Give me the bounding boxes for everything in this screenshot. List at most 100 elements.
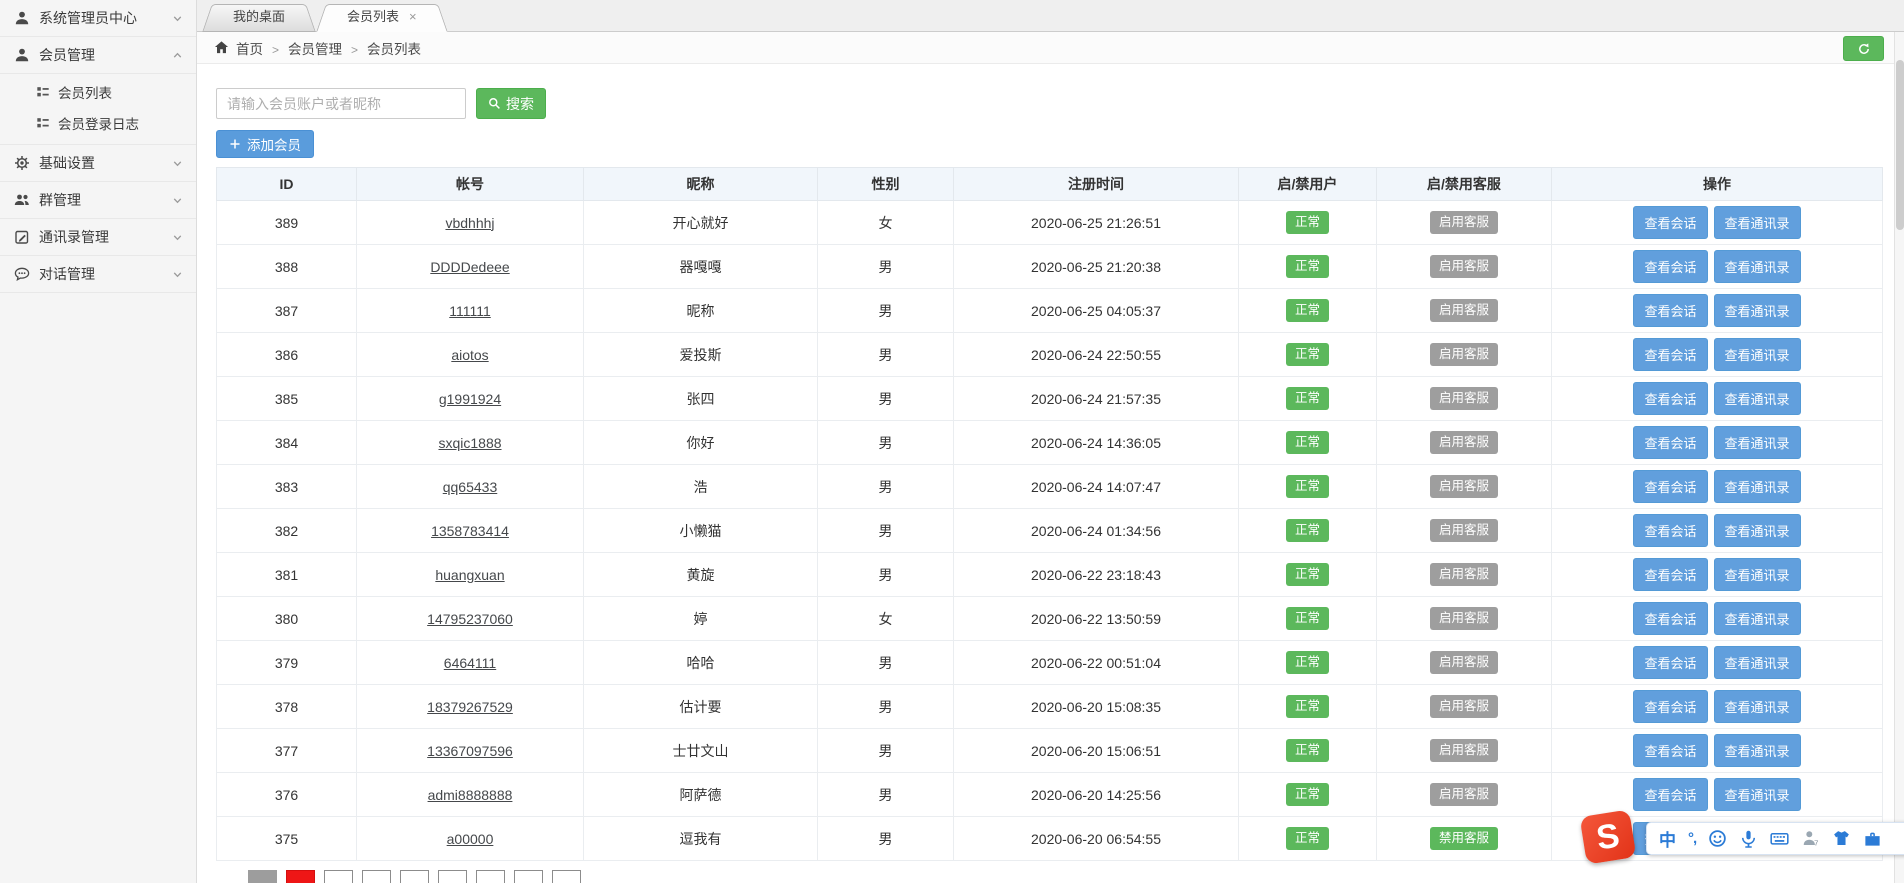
user-status-badge[interactable]: 正常 [1285, 343, 1329, 366]
service-status-badge[interactable]: 启用客服 [1429, 695, 1498, 718]
sidebar-item-3[interactable]: 群管理 [0, 182, 196, 219]
account-link[interactable]: 111111 [449, 303, 491, 319]
tab-1[interactable]: 会员列表 × [325, 4, 439, 31]
scrollbar-track[interactable] [1894, 32, 1904, 883]
pagination-page[interactable] [286, 870, 315, 883]
sogou-ime-logo[interactable]: S [1579, 809, 1637, 865]
user-status-badge[interactable]: 正常 [1285, 431, 1329, 454]
account-link[interactable]: g1991924 [439, 391, 501, 407]
sidebar-item-1[interactable]: 会员管理 [0, 37, 196, 74]
view-session-button[interactable]: 查看会话 [1633, 382, 1708, 415]
person-skin-icon[interactable]: 7 [1801, 829, 1820, 848]
add-member-button[interactable]: 添加会员 [216, 130, 314, 158]
user-status-badge[interactable]: 正常 [1285, 695, 1329, 718]
view-contacts-button[interactable]: 查看通讯录 [1713, 558, 1801, 591]
search-button[interactable]: 搜索 [476, 88, 546, 119]
tab-close-icon[interactable]: × [409, 9, 417, 24]
breadcrumb-item[interactable]: 会员管理 [288, 42, 342, 57]
user-status-badge[interactable]: 正常 [1285, 739, 1329, 762]
account-link[interactable]: 14795237060 [427, 611, 513, 627]
view-session-button[interactable]: 查看会话 [1633, 426, 1708, 459]
view-session-button[interactable]: 查看会话 [1633, 690, 1708, 723]
view-contacts-button[interactable]: 查看通讯录 [1713, 778, 1801, 811]
view-contacts-button[interactable]: 查看通讯录 [1713, 382, 1801, 415]
view-session-button[interactable]: 查看会话 [1633, 558, 1708, 591]
scrollbar-thumb[interactable] [1896, 60, 1904, 230]
view-session-button[interactable]: 查看会话 [1633, 778, 1708, 811]
sidebar-item-0[interactable]: 系统管理员中心 [0, 0, 196, 37]
view-contacts-button[interactable]: 查看通讯录 [1713, 602, 1801, 635]
account-link[interactable]: 6464111 [444, 655, 496, 671]
pagination-page[interactable] [552, 870, 581, 883]
pagination-page[interactable] [438, 870, 467, 883]
emoji-face-icon[interactable] [1708, 829, 1727, 848]
service-status-badge[interactable]: 启用客服 [1429, 431, 1498, 454]
view-contacts-button[interactable]: 查看通讯录 [1713, 514, 1801, 547]
view-contacts-button[interactable]: 查看通讯录 [1713, 470, 1801, 503]
view-contacts-button[interactable]: 查看通讯录 [1713, 206, 1801, 239]
search-input[interactable] [216, 88, 466, 119]
sidebar-item-5[interactable]: 对话管理 [0, 256, 196, 293]
service-status-badge[interactable]: 启用客服 [1429, 519, 1498, 542]
sidebar-subitem[interactable]: 会员登录日志 [0, 107, 196, 138]
view-session-button[interactable]: 查看会话 [1633, 646, 1708, 679]
service-status-badge[interactable]: 启用客服 [1429, 563, 1498, 586]
service-status-badge[interactable]: 启用客服 [1429, 783, 1498, 806]
user-status-badge[interactable]: 正常 [1285, 211, 1329, 234]
account-link[interactable]: huangxuan [435, 567, 504, 583]
account-link[interactable]: DDDDedeee [430, 259, 509, 275]
sidebar-item-2[interactable]: 基础设置 [0, 145, 196, 182]
account-link[interactable]: a00000 [447, 831, 494, 847]
view-session-button[interactable]: 查看会话 [1633, 338, 1708, 371]
toolbox-icon[interactable] [1863, 829, 1882, 848]
service-status-badge[interactable]: 启用客服 [1429, 255, 1498, 278]
view-session-button[interactable]: 查看会话 [1633, 250, 1708, 283]
view-contacts-button[interactable]: 查看通讯录 [1713, 250, 1801, 283]
user-status-badge[interactable]: 正常 [1285, 519, 1329, 542]
account-link[interactable]: admi8888888 [428, 787, 513, 803]
view-contacts-button[interactable]: 查看通讯录 [1713, 734, 1801, 767]
view-contacts-button[interactable]: 查看通讯录 [1713, 294, 1801, 327]
sidebar-subitem[interactable]: 会员列表 [0, 76, 196, 107]
account-link[interactable]: vbdhhhj [445, 215, 494, 231]
view-session-button[interactable]: 查看会话 [1633, 470, 1708, 503]
user-status-badge[interactable]: 正常 [1285, 783, 1329, 806]
user-status-badge[interactable]: 正常 [1285, 651, 1329, 674]
account-link[interactable]: qq65433 [443, 479, 498, 495]
user-status-badge[interactable]: 正常 [1285, 475, 1329, 498]
pagination-page[interactable] [362, 870, 391, 883]
sidebar-item-4[interactable]: 通讯录管理 [0, 219, 196, 256]
service-status-badge[interactable]: 启用客服 [1429, 475, 1498, 498]
view-contacts-button[interactable]: 查看通讯录 [1713, 690, 1801, 723]
view-session-button[interactable]: 查看会话 [1633, 294, 1708, 327]
view-session-button[interactable]: 查看会话 [1633, 514, 1708, 547]
user-status-badge[interactable]: 正常 [1285, 387, 1329, 410]
view-session-button[interactable]: 查看会话 [1633, 206, 1708, 239]
account-link[interactable]: sxqic1888 [438, 435, 501, 451]
view-session-button[interactable]: 查看会话 [1633, 602, 1708, 635]
account-link[interactable]: aiotos [451, 347, 488, 363]
ime-chinese-mode[interactable]: 中 [1659, 826, 1676, 851]
account-link[interactable]: 1358783414 [431, 523, 509, 539]
breadcrumb-item[interactable]: 会员列表 [367, 42, 421, 57]
shirt-skin-icon[interactable] [1832, 829, 1851, 848]
account-link[interactable]: 13367097596 [427, 743, 513, 759]
pagination-page[interactable] [324, 870, 353, 883]
service-status-badge[interactable]: 启用客服 [1429, 299, 1498, 322]
account-link[interactable]: 18379267529 [427, 699, 513, 715]
service-status-badge[interactable]: 启用客服 [1429, 739, 1498, 762]
user-status-badge[interactable]: 正常 [1285, 299, 1329, 322]
view-contacts-button[interactable]: 查看通讯录 [1713, 338, 1801, 371]
user-status-badge[interactable]: 正常 [1285, 827, 1329, 850]
ime-punctuation-mode[interactable]: °, [1688, 830, 1697, 847]
view-contacts-button[interactable]: 查看通讯录 [1713, 426, 1801, 459]
user-status-badge[interactable]: 正常 [1285, 607, 1329, 630]
microphone-icon[interactable] [1739, 829, 1758, 848]
user-status-badge[interactable]: 正常 [1285, 563, 1329, 586]
service-status-badge[interactable]: 启用客服 [1429, 651, 1498, 674]
pagination-page[interactable] [400, 870, 429, 883]
pagination-page[interactable] [514, 870, 543, 883]
breadcrumb-item[interactable]: 首页 [236, 42, 263, 57]
refresh-button[interactable] [1843, 36, 1884, 61]
view-contacts-button[interactable]: 查看通讯录 [1713, 646, 1801, 679]
